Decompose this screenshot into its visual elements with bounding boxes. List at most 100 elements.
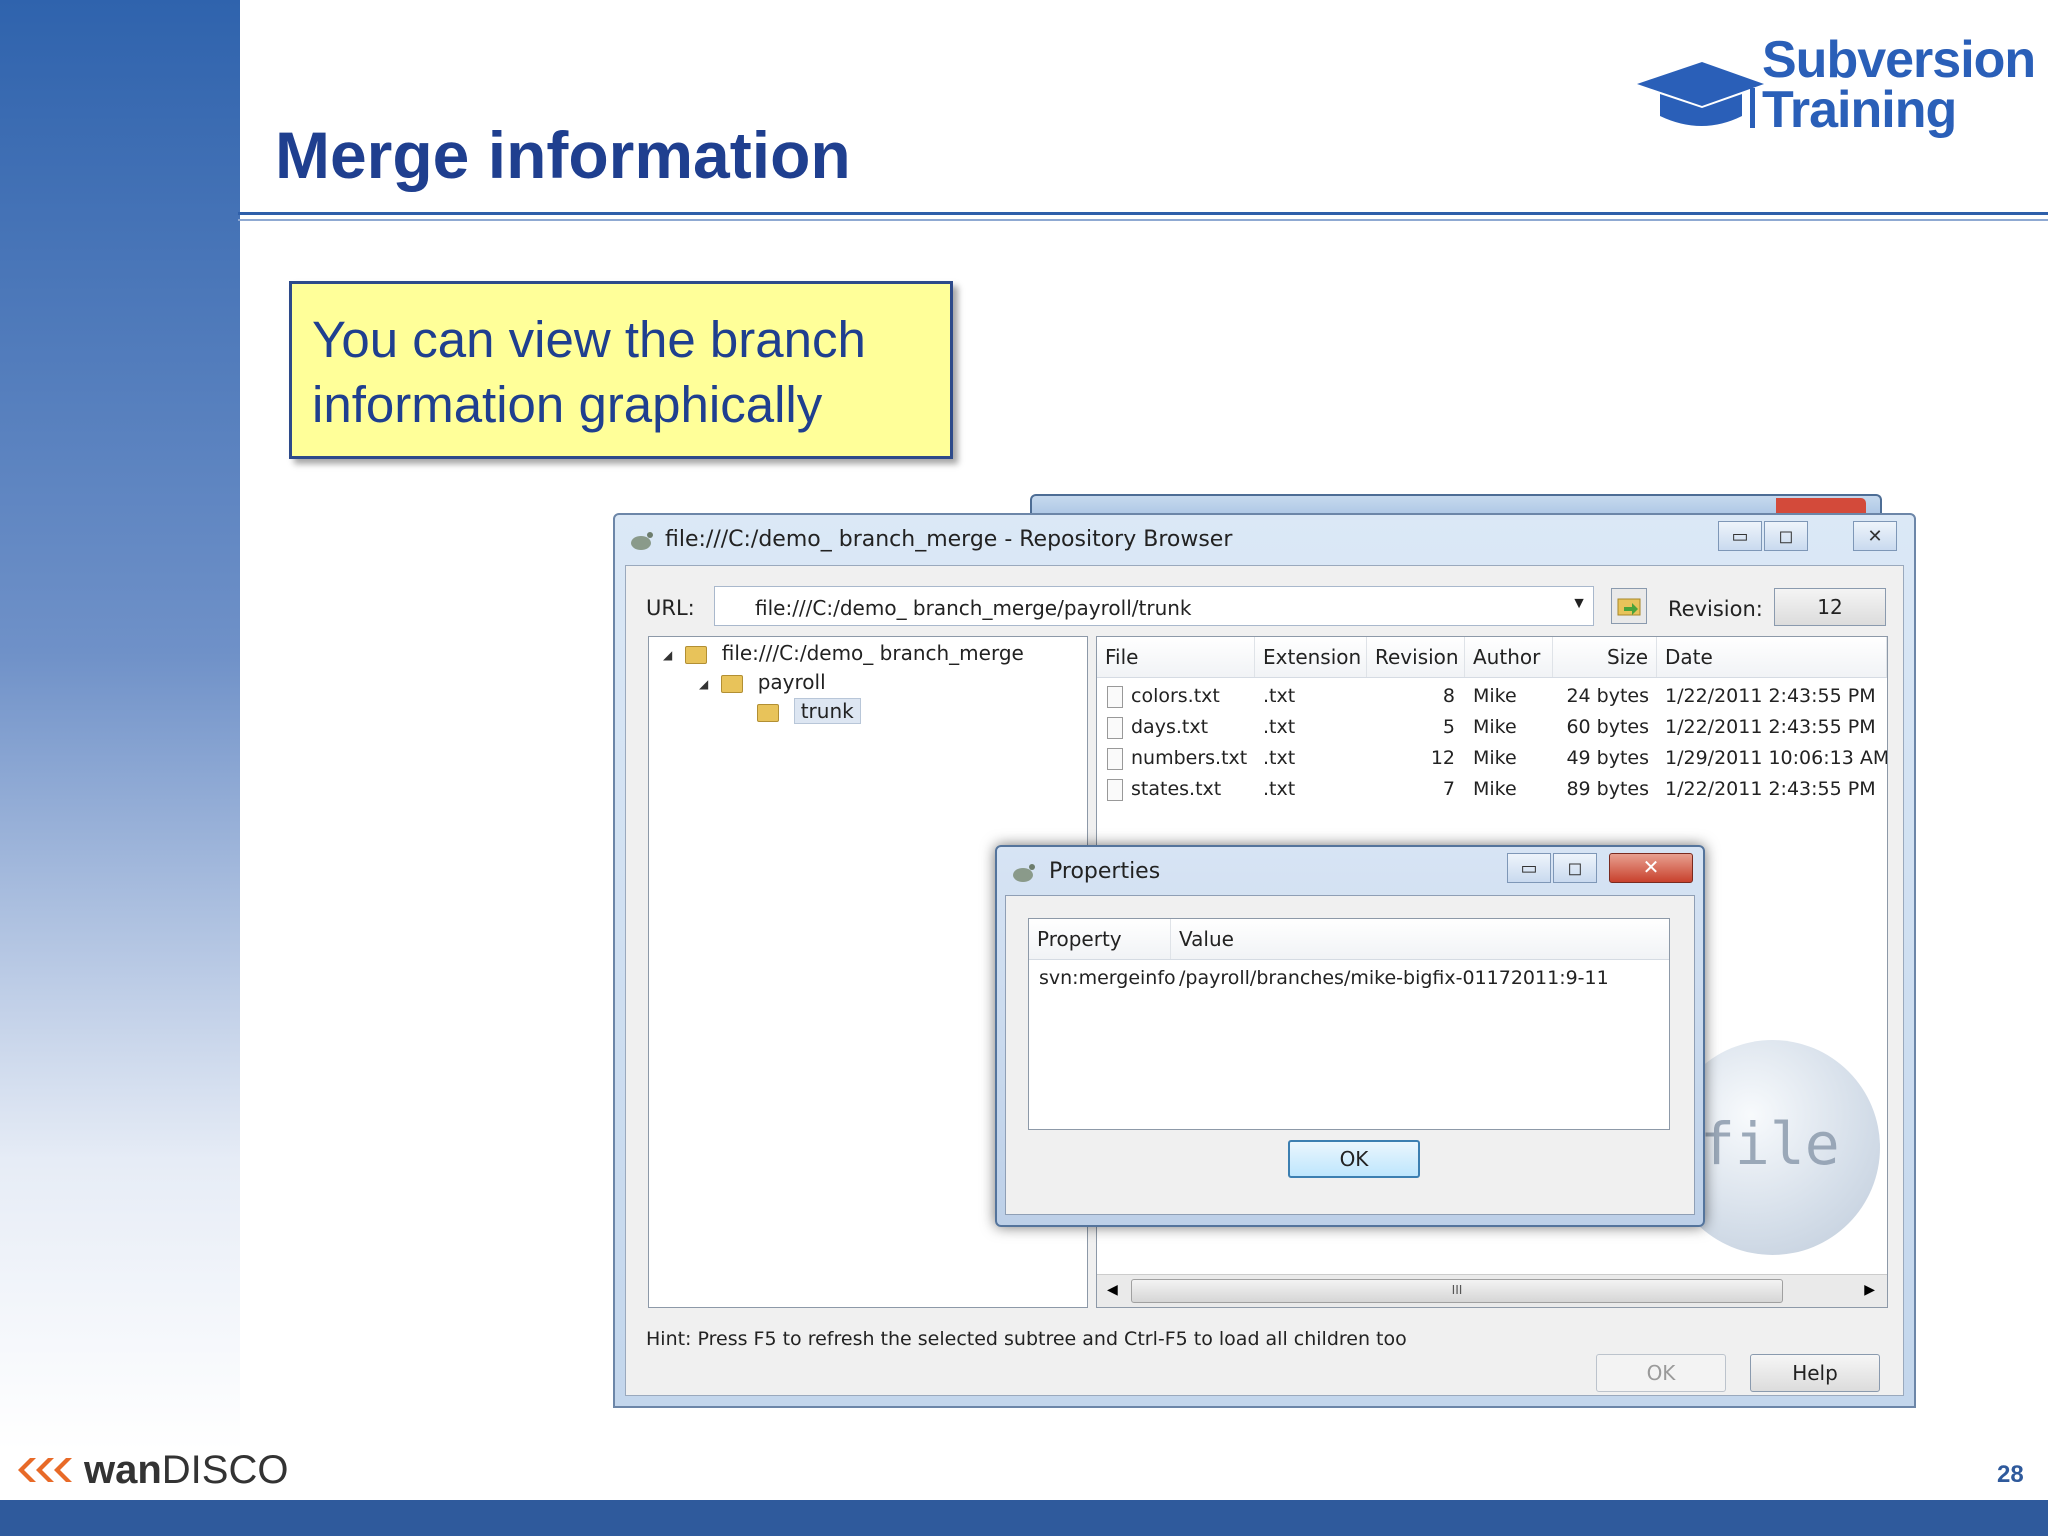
page-number: 28 xyxy=(1997,1461,2024,1488)
close-button[interactable]: ✕ xyxy=(1853,521,1897,551)
tortoise-app-icon xyxy=(631,532,653,550)
properties-table-header: Property Value xyxy=(1029,919,1669,960)
table-row[interactable]: svn:mergeinfo /payroll/branches/mike-big… xyxy=(1029,963,1669,994)
file-name: numbers.txt xyxy=(1131,747,1248,769)
expander-icon[interactable]: ◢ xyxy=(663,648,679,662)
scrollbar-thumb[interactable]: III xyxy=(1131,1279,1783,1303)
dialog-ok-button[interactable]: OK xyxy=(1288,1140,1420,1178)
tree-label: payroll xyxy=(757,670,826,694)
ok-button[interactable]: OK xyxy=(1596,1354,1726,1392)
rev-cell: 5 xyxy=(1442,716,1455,738)
globe-watermark-text: file xyxy=(1700,1110,1840,1178)
file-cell: colors.txt xyxy=(1107,681,1220,712)
scroll-left-arrow-icon[interactable]: ◀ xyxy=(1107,1281,1118,1298)
scroll-right-arrow-icon[interactable]: ▶ xyxy=(1864,1281,1875,1298)
dialog-client-area: Property Value svn:mergeinfo /payroll/br… xyxy=(1005,895,1695,1215)
wandisco-wordmark: wanDISCO xyxy=(84,1450,288,1490)
wandisco-wordmark-light: DISCO xyxy=(161,1448,289,1492)
date-cell: 1/22/2011 2:43:55 PM xyxy=(1665,778,1876,800)
dialog-maximize-button[interactable]: ◻ xyxy=(1553,853,1597,883)
hint-text: Hint: Press F5 to refresh the selected s… xyxy=(646,1328,1407,1350)
properties-table[interactable]: Property Value svn:mergeinfo /payroll/br… xyxy=(1028,918,1670,1130)
rev-cell: 12 xyxy=(1430,747,1455,769)
url-value: file:///C:/demo_ branch_merge/payroll/tr… xyxy=(755,596,1192,620)
expander-icon[interactable]: ◢ xyxy=(699,677,715,691)
callout-line-2: information graphically xyxy=(312,375,823,433)
table-row[interactable]: days.txt .txt 5 Mike 60 bytes 1/22/2011 … xyxy=(1097,712,1887,743)
properties-dialog: Properties ▭ ◻ ✕ Property Value svn:merg… xyxy=(995,845,1705,1227)
column-header-extension[interactable]: Extension xyxy=(1255,637,1367,677)
tree-label: trunk xyxy=(793,698,861,724)
rev-cell: 8 xyxy=(1442,685,1455,707)
slide-title: Merge information xyxy=(275,118,851,192)
column-header-size[interactable]: Size xyxy=(1553,637,1657,677)
wandisco-wordmark-bold: wan xyxy=(84,1448,162,1492)
table-row[interactable]: states.txt .txt 7 Mike 89 bytes 1/22/201… xyxy=(1097,774,1887,805)
folder-icon xyxy=(757,703,780,722)
url-combobox[interactable]: file:///C:/demo_ branch_merge/payroll/tr… xyxy=(714,586,1594,626)
title-rule-thin xyxy=(238,219,2048,221)
size-cell: 49 bytes xyxy=(1566,747,1649,769)
subversion-training-logo: Subversion Training xyxy=(1632,30,2036,150)
author-cell: Mike xyxy=(1473,716,1517,738)
revision-button[interactable]: 12 xyxy=(1774,588,1886,626)
revision-label: Revision: xyxy=(1668,597,1763,621)
tortoise-app-icon xyxy=(1013,864,1035,882)
tree-label: file:///C:/demo_ branch_merge xyxy=(721,641,1024,665)
wandisco-chevrons-icon xyxy=(18,1458,72,1482)
value-cell: /payroll/branches/mike-bigfix-01172011:9… xyxy=(1179,967,1609,989)
dialog-title: Properties xyxy=(1049,859,1161,884)
help-button[interactable]: Help xyxy=(1750,1354,1880,1392)
size-cell: 60 bytes xyxy=(1566,716,1649,738)
go-folder-button[interactable] xyxy=(1611,588,1647,624)
logo-word-training: Training xyxy=(1762,81,1957,139)
file-name: states.txt xyxy=(1131,778,1222,800)
chevron-down-icon[interactable]: ▼ xyxy=(1571,595,1587,613)
file-name: days.txt xyxy=(1131,716,1209,738)
maximize-button[interactable]: ◻ xyxy=(1764,521,1808,551)
file-list-header: File Extension Revision Author Size Date xyxy=(1097,637,1887,678)
text-file-icon xyxy=(1107,778,1123,801)
graduation-cap-icon xyxy=(1637,62,1764,128)
column-header-property[interactable]: Property xyxy=(1029,919,1171,959)
ext-cell: .txt xyxy=(1263,685,1296,707)
folder-icon xyxy=(721,674,744,693)
table-row[interactable]: colors.txt .txt 8 Mike 24 bytes 1/22/201… xyxy=(1097,681,1887,712)
footer-bar xyxy=(0,1500,2048,1536)
ext-cell: .txt xyxy=(1263,716,1296,738)
author-cell: Mike xyxy=(1473,778,1517,800)
tree-item-payroll[interactable]: ◢ payroll xyxy=(699,670,826,698)
column-header-date[interactable]: Date xyxy=(1657,637,1887,677)
file-name: colors.txt xyxy=(1131,685,1220,707)
url-label: URL: xyxy=(646,596,695,620)
rev-cell: 7 xyxy=(1442,778,1455,800)
minimize-button[interactable]: ▭ xyxy=(1718,521,1762,551)
tree-item-trunk[interactable]: trunk xyxy=(735,698,861,727)
dialog-close-button[interactable]: ✕ xyxy=(1609,853,1693,883)
text-file-icon xyxy=(1107,716,1123,739)
author-cell: Mike xyxy=(1473,747,1517,769)
horizontal-scrollbar[interactable]: ◀ III ▶ xyxy=(1097,1274,1887,1307)
column-header-author[interactable]: Author xyxy=(1465,637,1553,677)
file-cell: days.txt xyxy=(1107,712,1208,743)
folder-icon xyxy=(685,645,708,664)
text-file-icon xyxy=(1107,685,1123,708)
side-gradient-band xyxy=(0,0,240,1450)
column-header-value[interactable]: Value xyxy=(1171,919,1669,959)
date-cell: 1/22/2011 2:43:55 PM xyxy=(1665,685,1876,707)
window-titlebar[interactable]: file:///C:/demo_ branch_merge - Reposito… xyxy=(615,515,1914,563)
dialog-minimize-button[interactable]: ▭ xyxy=(1507,853,1551,883)
file-cell: states.txt xyxy=(1107,774,1221,805)
title-rule xyxy=(238,212,2048,215)
size-cell: 89 bytes xyxy=(1566,778,1649,800)
file-cell: numbers.txt xyxy=(1107,743,1247,774)
property-cell: svn:mergeinfo xyxy=(1039,967,1176,989)
callout-line-1: You can view the branch xyxy=(312,311,866,368)
tree-item-root[interactable]: ◢ file:///C:/demo_ branch_merge xyxy=(663,641,1024,669)
table-row[interactable]: numbers.txt .txt 12 Mike 49 bytes 1/29/2… xyxy=(1097,743,1887,774)
column-header-revision[interactable]: Revision xyxy=(1367,637,1465,677)
size-cell: 24 bytes xyxy=(1566,685,1649,707)
column-header-file[interactable]: File xyxy=(1097,637,1255,677)
text-file-icon xyxy=(1107,747,1123,770)
ext-cell: .txt xyxy=(1263,747,1296,769)
